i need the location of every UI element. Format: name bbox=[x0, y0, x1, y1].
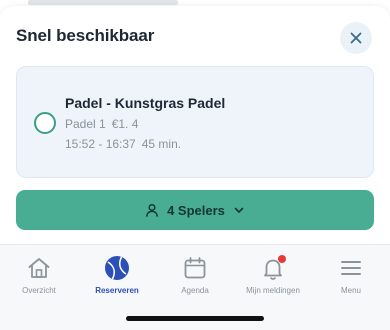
padel-ball-icon bbox=[102, 253, 132, 283]
tab-label: Agenda bbox=[181, 286, 209, 295]
tab-meldingen[interactable]: Mijn meldingen bbox=[234, 253, 312, 301]
tab-menu[interactable]: Menu bbox=[312, 253, 390, 301]
tab-label: Mijn meldingen bbox=[246, 286, 300, 295]
notification-badge bbox=[278, 255, 286, 263]
slot-duration: 45 min. bbox=[141, 137, 182, 151]
quick-available-sheet: Snel beschikbaar Padel - Kunstgras Padel… bbox=[0, 6, 390, 244]
tab-agenda[interactable]: Agenda bbox=[156, 253, 234, 301]
tab-label: Menu bbox=[340, 286, 361, 295]
slot-radio[interactable] bbox=[34, 112, 56, 134]
tab-reserveren[interactable]: Reserveren bbox=[78, 253, 156, 301]
tab-label: Overzicht bbox=[22, 286, 56, 295]
user-icon bbox=[146, 203, 159, 217]
sheet-title: Snel beschikbaar bbox=[16, 26, 155, 45]
slot-time-row: 15:52 - 16:37 45 min. bbox=[65, 137, 181, 151]
players-label: 4 Spelers bbox=[167, 202, 225, 218]
bell-icon bbox=[258, 253, 288, 283]
slot-card[interactable]: Padel - Kunstgras Padel Padel 1 €1. 4 15… bbox=[16, 66, 374, 178]
close-button[interactable] bbox=[340, 22, 372, 54]
slot-court: Padel 1 bbox=[65, 117, 106, 131]
slot-title: Padel - Kunstgras Padel bbox=[65, 95, 226, 111]
tab-overzicht[interactable]: Overzicht bbox=[0, 253, 78, 301]
players-select-button[interactable]: 4 Spelers bbox=[16, 190, 374, 230]
slot-price: €1. 4 bbox=[111, 117, 139, 131]
menu-icon bbox=[336, 253, 366, 283]
slot-time: 15:52 - 16:37 bbox=[65, 137, 136, 151]
calendar-icon bbox=[180, 253, 210, 283]
home-indicator[interactable] bbox=[126, 316, 264, 321]
home-icon bbox=[24, 253, 54, 283]
chevron-down-icon bbox=[234, 207, 244, 213]
peek-text-fragment bbox=[28, 0, 178, 5]
close-icon bbox=[350, 32, 362, 44]
tab-label: Reserveren bbox=[95, 286, 139, 295]
slot-details: Padel 1 €1. 4 bbox=[65, 117, 138, 131]
